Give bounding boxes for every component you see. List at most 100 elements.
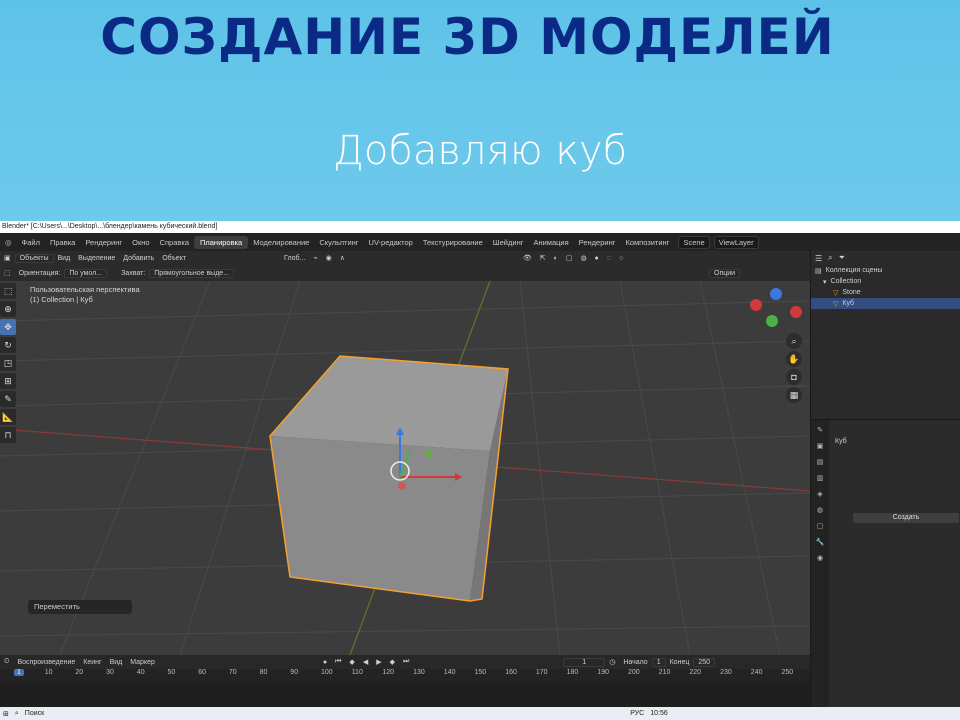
timeline-editor-icon[interactable]: ⏲ [0, 658, 13, 666]
blender-logo-icon[interactable]: ◎ [0, 238, 17, 247]
material-tab-icon[interactable]: ◉ [813, 553, 827, 564]
timeline-ruler[interactable]: 1 10 20 30 40 50 60 70 80 90 100 110 120 130 140 150 160… [0, 669, 810, 681]
tab-sculpting[interactable]: Скульптинг [314, 238, 363, 247]
jump-end-icon[interactable]: ⏭ [399, 658, 413, 666]
outliner-editor-icon[interactable]: ☰ [815, 254, 822, 263]
clock-icon[interactable]: ◷ [605, 658, 619, 666]
tab-texture[interactable]: Текстурирование [418, 238, 488, 247]
language-indicator[interactable]: РУС [627, 710, 647, 717]
next-key-icon[interactable]: ◆ [386, 658, 399, 666]
menu-view[interactable]: Вид [54, 255, 75, 262]
filter-icon[interactable]: ⏷ [839, 253, 845, 263]
menu-edit[interactable]: Правка [45, 238, 80, 247]
annotate-icon[interactable]: ✎ [0, 391, 16, 407]
last-operator-panel[interactable]: Переместить [28, 600, 132, 614]
move-icon[interactable]: ✥ [0, 319, 16, 335]
create-button[interactable]: Создать [853, 513, 959, 523]
timeline-view-menu[interactable]: Вид [106, 659, 127, 666]
viewlayer-selector[interactable]: ViewLayer [713, 235, 759, 249]
render-tab-icon[interactable]: ▣ [813, 441, 827, 452]
editor-type-icon[interactable]: ▣ [0, 254, 15, 262]
3d-viewport[interactable]: Пользовательская перспектива (1) Collect… [0, 281, 810, 655]
menu-object[interactable]: Объект [158, 255, 190, 262]
menu-help[interactable]: Справка [155, 238, 194, 247]
select-mode-icon[interactable]: ⬚ [0, 269, 15, 277]
modifier-tab-icon[interactable]: 🔧 [813, 537, 827, 548]
scale-icon[interactable]: ◳ [0, 355, 16, 371]
options-dropdown[interactable]: Опции [709, 268, 741, 278]
overlay-icon[interactable]: ◐ [550, 255, 562, 262]
outliner-row-stone[interactable]: ▽ Stone [811, 287, 960, 298]
xray-icon[interactable]: ▢ [562, 254, 577, 262]
play-reverse-icon[interactable]: ◀ [359, 658, 372, 666]
measure-icon[interactable]: 📐 [0, 409, 16, 425]
scene-tab-icon[interactable]: ◈ [813, 489, 827, 500]
zoom-icon[interactable]: ⌕ [786, 333, 802, 349]
tab-rendering[interactable]: Рендеринг [574, 238, 621, 247]
expand-icon[interactable]: ▾ [823, 278, 827, 286]
end-field[interactable]: 250 [693, 657, 716, 667]
start-icon[interactable]: ⊞ [0, 710, 12, 718]
tab-shading[interactable]: Шейдинг [488, 238, 529, 247]
select-box-icon[interactable]: ⬚ [0, 283, 16, 299]
menu-add[interactable]: Добавить [119, 255, 158, 262]
outliner-row-collection[interactable]: ▾ Collection [811, 276, 960, 287]
timeline-tick: 150 [474, 669, 487, 676]
clock[interactable]: 10:56 [647, 710, 671, 717]
menu-render[interactable]: Рендеринг [80, 238, 127, 247]
shading-material-icon[interactable]: ◌ [603, 255, 615, 262]
menu-window[interactable]: Окно [127, 238, 154, 247]
rotate-icon[interactable]: ↻ [0, 337, 16, 353]
mode-dropdown[interactable]: Объекты [14, 253, 54, 263]
menu-file[interactable]: Файл [17, 238, 45, 247]
stone-label: Stone [842, 289, 861, 296]
pan-hand-icon[interactable]: ✋ [786, 351, 802, 367]
scene-collection-label: Коллекция сцены [825, 267, 883, 274]
transform-icon[interactable]: ⊞ [0, 373, 16, 389]
outliner-search-icon[interactable]: ⌕ [828, 253, 832, 263]
tab-modeling[interactable]: Моделирование [248, 238, 314, 247]
snap-dropdown[interactable]: Прямоугольное выде... [149, 268, 235, 278]
play-icon[interactable]: ▶ [372, 658, 385, 666]
timeline-tick: 190 [597, 669, 609, 676]
object-tab-icon[interactable]: ▢ [813, 521, 827, 532]
current-frame-field[interactable]: 1 [563, 657, 606, 667]
falloff-icon[interactable]: ∧ [336, 254, 349, 262]
view-layer-tab-icon[interactable]: ▥ [813, 473, 827, 484]
tool-tab-icon[interactable]: ✎ [813, 425, 827, 436]
tab-compositing[interactable]: Композитинг [620, 238, 674, 247]
start-field[interactable]: 1 [651, 657, 666, 667]
outliner-row-cube[interactable]: ▽ Куб [811, 298, 960, 309]
timeline-tick: 100 [321, 669, 333, 676]
taskbar-search-icon[interactable]: ⌕ [12, 710, 22, 718]
shading-render-icon[interactable]: ○ [615, 255, 627, 262]
menu-select[interactable]: Выделение [74, 255, 119, 262]
tab-uv[interactable]: UV-редактор [364, 238, 418, 247]
orientation-dropdown[interactable]: По умол... [64, 268, 108, 278]
playback-menu[interactable]: Воспроизведение [13, 659, 79, 666]
snap-icon[interactable]: ⌁ [309, 254, 321, 262]
add-cube-icon[interactable]: ⊓ [0, 427, 16, 443]
cursor-icon[interactable]: ⊕ [0, 301, 16, 317]
gizmo-icon[interactable]: ⇱ [536, 254, 550, 262]
marker-menu[interactable]: Маркер [126, 659, 159, 666]
jump-start-icon[interactable]: ⏮ [331, 658, 345, 666]
grid-view-icon[interactable]: ▦ [786, 387, 802, 403]
tab-layout[interactable]: Планировка [193, 235, 249, 249]
outliner-row-scene-collection[interactable]: ▤ Коллекция сцены [811, 265, 960, 276]
output-tab-icon[interactable]: ▤ [813, 457, 827, 468]
keying-menu[interactable]: Кеинг [79, 659, 105, 666]
taskbar-search-text[interactable]: Поиск [22, 710, 47, 717]
visibility-icon[interactable]: 👁 [519, 254, 536, 262]
proportional-icon[interactable]: ◉ [322, 254, 336, 262]
timeline-tick: 180 [566, 669, 579, 676]
record-icon[interactable]: ● [319, 659, 331, 666]
transform-space-dropdown[interactable]: Глоб... [280, 255, 309, 262]
tab-animation[interactable]: Анимация [528, 238, 573, 247]
world-tab-icon[interactable]: ◍ [813, 505, 827, 516]
prev-key-icon[interactable]: ◆ [345, 658, 358, 666]
shading-solid-icon[interactable]: ● [591, 255, 603, 262]
scene-selector[interactable]: Scene [678, 235, 710, 249]
shading-wire-icon[interactable]: ◍ [576, 254, 590, 262]
camera-icon[interactable]: ◘ [786, 369, 802, 385]
